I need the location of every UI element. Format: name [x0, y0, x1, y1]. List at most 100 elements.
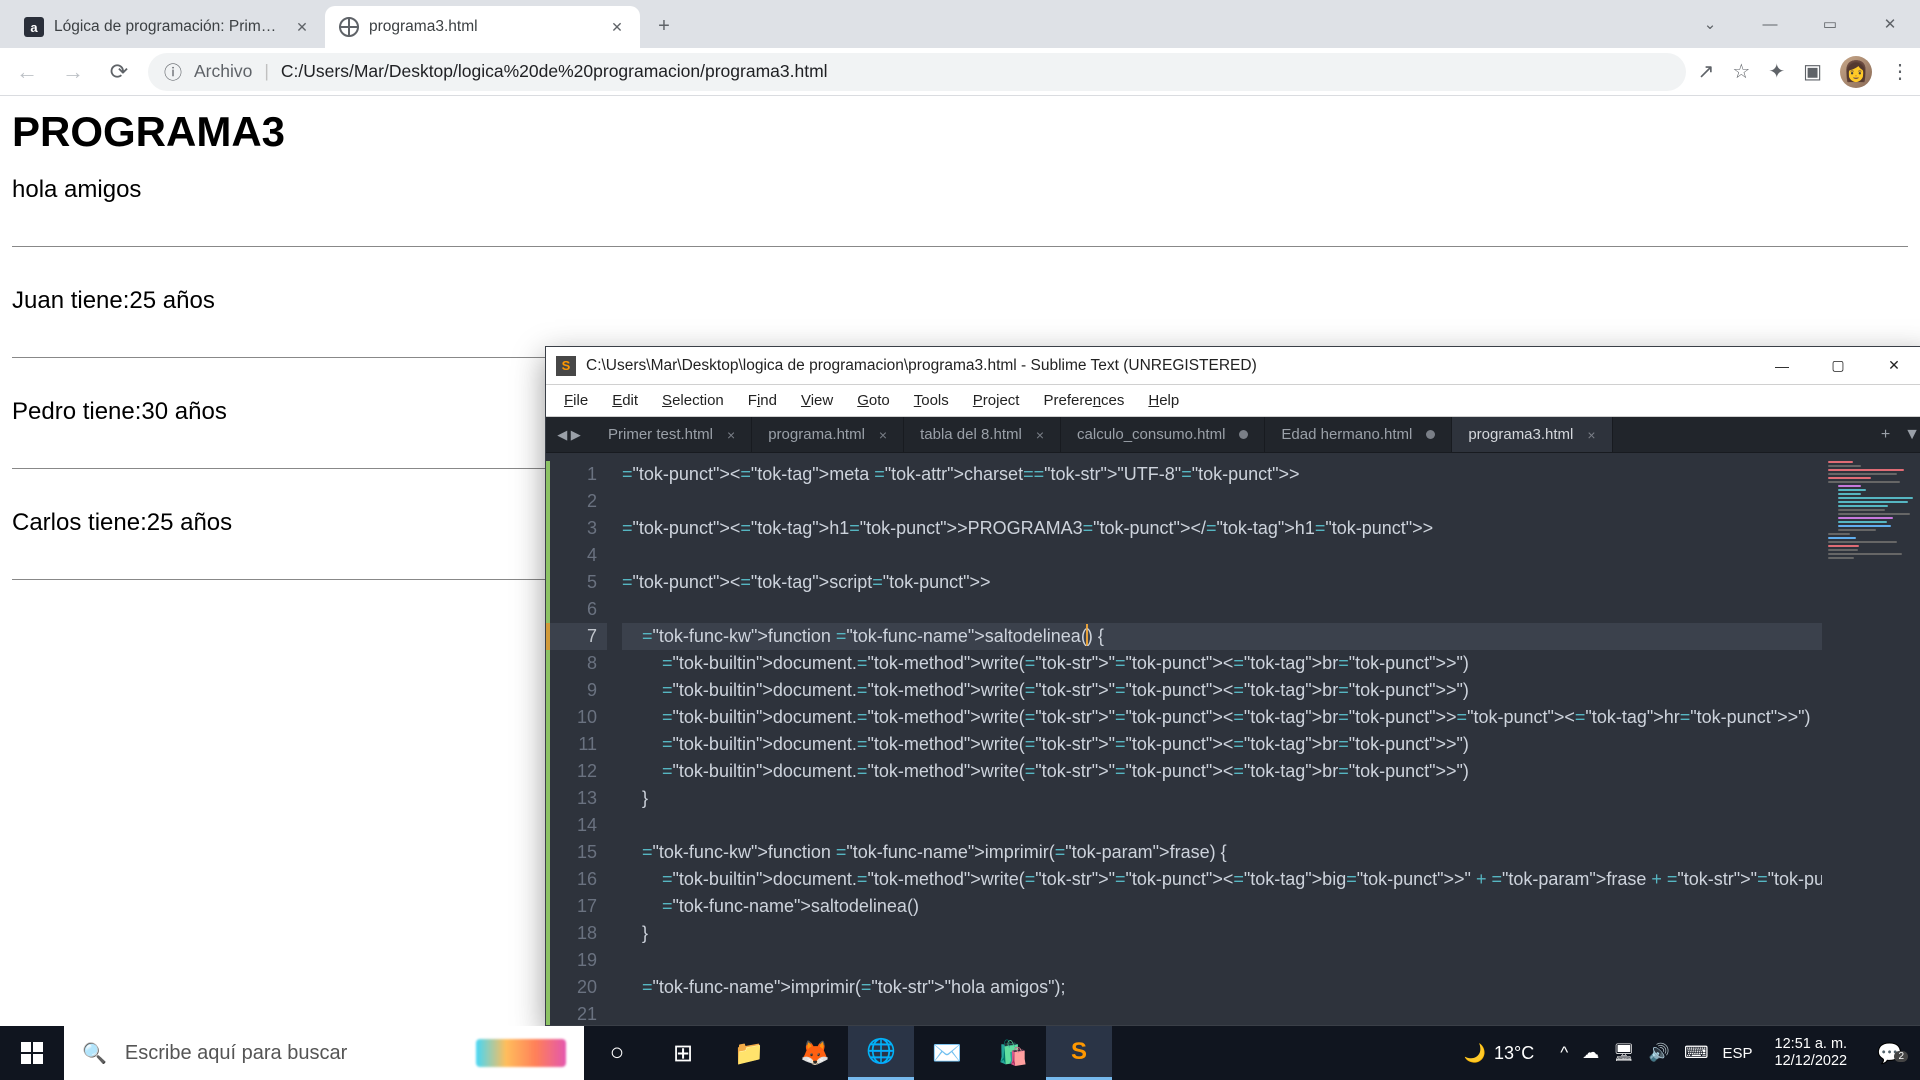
sublime-window-controls: — ▢ ✕ [1754, 347, 1920, 385]
editor-tab[interactable]: Primer test.html × [592, 417, 752, 452]
page-heading: PROGRAMA3 [12, 108, 1908, 156]
extensions-icon[interactable]: ✦ [1768, 59, 1785, 84]
line-gutter[interactable]: 123456789101112131415161718192021 [546, 453, 608, 1025]
date: 12/12/2022 [1775, 1053, 1848, 1070]
search-placeholder: Escribe aquí para buscar [125, 1042, 347, 1065]
new-tab-button[interactable]: + [646, 8, 682, 44]
tab-dropdown-icon[interactable]: ▼ [1904, 426, 1920, 444]
profile-avatar[interactable]: 👩 [1840, 56, 1872, 88]
close-icon[interactable]: × [1036, 427, 1044, 443]
language-indicator[interactable]: ESP [1723, 1045, 1753, 1062]
store-icon[interactable]: 🛍️ [980, 1026, 1046, 1080]
volume-icon[interactable]: 🔊 [1649, 1043, 1670, 1063]
url-path: C:/Users/Mar/Desktop/logica%20de%20progr… [281, 61, 828, 82]
dirty-icon [1426, 430, 1435, 439]
editor-tab[interactable]: calculo_consumo.html [1061, 417, 1265, 452]
menu-edit[interactable]: Edit [602, 390, 648, 411]
toolbar-actions: ↗ ☆ ✦ ▣ 👩 ⋮ [1698, 56, 1910, 88]
weather-widget[interactable]: 🌙13°C [1452, 1043, 1547, 1064]
menu-project[interactable]: Project [963, 390, 1030, 411]
sublime-app-icon: S [556, 356, 576, 376]
sublime-icon[interactable]: S [1046, 1026, 1112, 1080]
notification-badge: 2 [1894, 1051, 1908, 1062]
tab-nav-arrows[interactable]: ◀ ▶ [546, 417, 592, 452]
clock[interactable]: 12:51 a. m. 12/12/2022 [1767, 1036, 1856, 1070]
weather-temp: 13°C [1494, 1043, 1534, 1064]
bookmark-icon[interactable]: ☆ [1732, 59, 1750, 84]
sublime-titlebar[interactable]: S C:\Users\Mar\Desktop\logica de program… [546, 347, 1920, 385]
close-button[interactable]: ✕ [1860, 3, 1920, 45]
editor-tab[interactable]: programa3.html× [1452, 417, 1612, 452]
reload-button[interactable]: ⟳ [102, 55, 136, 89]
close-icon[interactable]: ✕ [293, 18, 311, 36]
page-text: Juan tiene:25 años [12, 287, 215, 314]
tab-label: tabla del 8.html [920, 426, 1022, 443]
alura-icon: a [24, 17, 44, 37]
menu-help[interactable]: Help [1138, 390, 1189, 411]
site-info-icon[interactable]: ⓘ [164, 59, 182, 85]
menu-view[interactable]: View [791, 390, 843, 411]
tab-title: Lógica de programación: Primero [54, 18, 283, 36]
maximize-button[interactable]: ▢ [1810, 347, 1866, 385]
minimap[interactable] [1822, 453, 1920, 1025]
menu-goto[interactable]: Goto [847, 390, 900, 411]
cortana-icon[interactable]: ○ [584, 1026, 650, 1080]
close-button[interactable]: ✕ [1866, 347, 1920, 385]
minimize-button[interactable]: — [1740, 3, 1800, 45]
windows-taskbar: 🔍 Escribe aquí para buscar ○ ⊞ 📁 🦊 🌐 ✉️ … [0, 1026, 1920, 1080]
system-tray: 🌙13°C ^ ☁ 🖥 🔊 ⌨ ESP 12:51 a. m. 12/12/20… [1452, 1026, 1920, 1080]
keyboard-icon[interactable]: ⌨ [1684, 1043, 1709, 1063]
sublime-window[interactable]: S C:\Users\Mar\Desktop\logica de program… [545, 346, 1920, 1026]
onedrive-icon[interactable]: ☁ [1582, 1043, 1599, 1063]
close-icon[interactable]: ✕ [608, 18, 626, 36]
code-area[interactable]: ="tok-punct"><="tok-tag">meta ="tok-attr… [608, 453, 1822, 1025]
browser-tab[interactable]: a Lógica de programación: Primero ✕ [10, 6, 325, 48]
search-icon: 🔍 [82, 1041, 107, 1066]
new-tab-button[interactable]: + [1881, 426, 1890, 444]
start-button[interactable] [0, 1026, 64, 1080]
taskbar-search[interactable]: 🔍 Escribe aquí para buscar [64, 1026, 584, 1080]
back-button[interactable]: ← [10, 55, 44, 89]
menu-selection[interactable]: Selection [652, 390, 734, 411]
tab-label: Primer test.html [608, 426, 713, 443]
chrome-icon[interactable]: 🌐 [848, 1026, 914, 1080]
notifications-icon[interactable]: 💬2 [1869, 1041, 1910, 1066]
address-bar[interactable]: ⓘ Archivo | C:/Users/Mar/Desktop/logica%… [148, 53, 1686, 91]
browser-tab[interactable]: programa3.html ✕ [325, 6, 640, 48]
editor-tab[interactable]: Edad hermano.html [1265, 417, 1452, 452]
mail-icon[interactable]: ✉️ [914, 1026, 980, 1080]
share-icon[interactable]: ↗ [1698, 59, 1715, 84]
minimize-button[interactable]: — [1754, 347, 1810, 385]
editor-tab[interactable]: tabla del 8.html × [904, 417, 1061, 452]
menu-file[interactable]: File [554, 390, 598, 411]
editor-tab[interactable]: programa.html× [752, 417, 904, 452]
file-explorer-icon[interactable]: 📁 [716, 1026, 782, 1080]
maximize-button[interactable]: ▭ [1800, 3, 1860, 45]
menu-find[interactable]: Find [738, 390, 787, 411]
chrome-menu-icon[interactable]: ⋮ [1890, 59, 1910, 84]
tab-label: calculo_consumo.html [1077, 426, 1225, 443]
task-view-icon[interactable]: ⊞ [650, 1026, 716, 1080]
editor-body: 123456789101112131415161718192021 ="tok-… [546, 453, 1920, 1025]
display-icon[interactable]: 🖥 [1613, 1043, 1635, 1063]
tab-actions: + ▼ [1869, 417, 1920, 452]
menu-preferences[interactable]: Preferences [1033, 390, 1134, 411]
forward-button[interactable]: → [56, 55, 90, 89]
url-scheme-label: Archivo [194, 61, 252, 82]
page-text: Carlos tiene:25 años [12, 509, 232, 536]
dirty-icon [1239, 430, 1248, 439]
tray-chevron-icon[interactable]: ^ [1560, 1043, 1568, 1063]
window-controls: ⌄ — ▭ ✕ [1680, 0, 1920, 48]
close-icon[interactable]: × [879, 427, 887, 443]
firefox-icon[interactable]: 🦊 [782, 1026, 848, 1080]
globe-icon [339, 17, 359, 37]
menu-tools[interactable]: Tools [904, 390, 959, 411]
tab-search-button[interactable]: ⌄ [1680, 3, 1740, 45]
close-icon[interactable]: × [727, 427, 735, 443]
sidepanel-icon[interactable]: ▣ [1803, 59, 1822, 84]
sublime-menubar[interactable]: File Edit Selection Find View Goto Tools… [546, 385, 1920, 417]
sublime-tabs: ◀ ▶ Primer test.html × programa.html× tab… [546, 417, 1920, 453]
time: 12:51 a. m. [1775, 1036, 1848, 1053]
browser-toolbar: ← → ⟳ ⓘ Archivo | C:/Users/Mar/Desktop/l… [0, 48, 1920, 96]
close-icon[interactable]: × [1587, 427, 1595, 443]
